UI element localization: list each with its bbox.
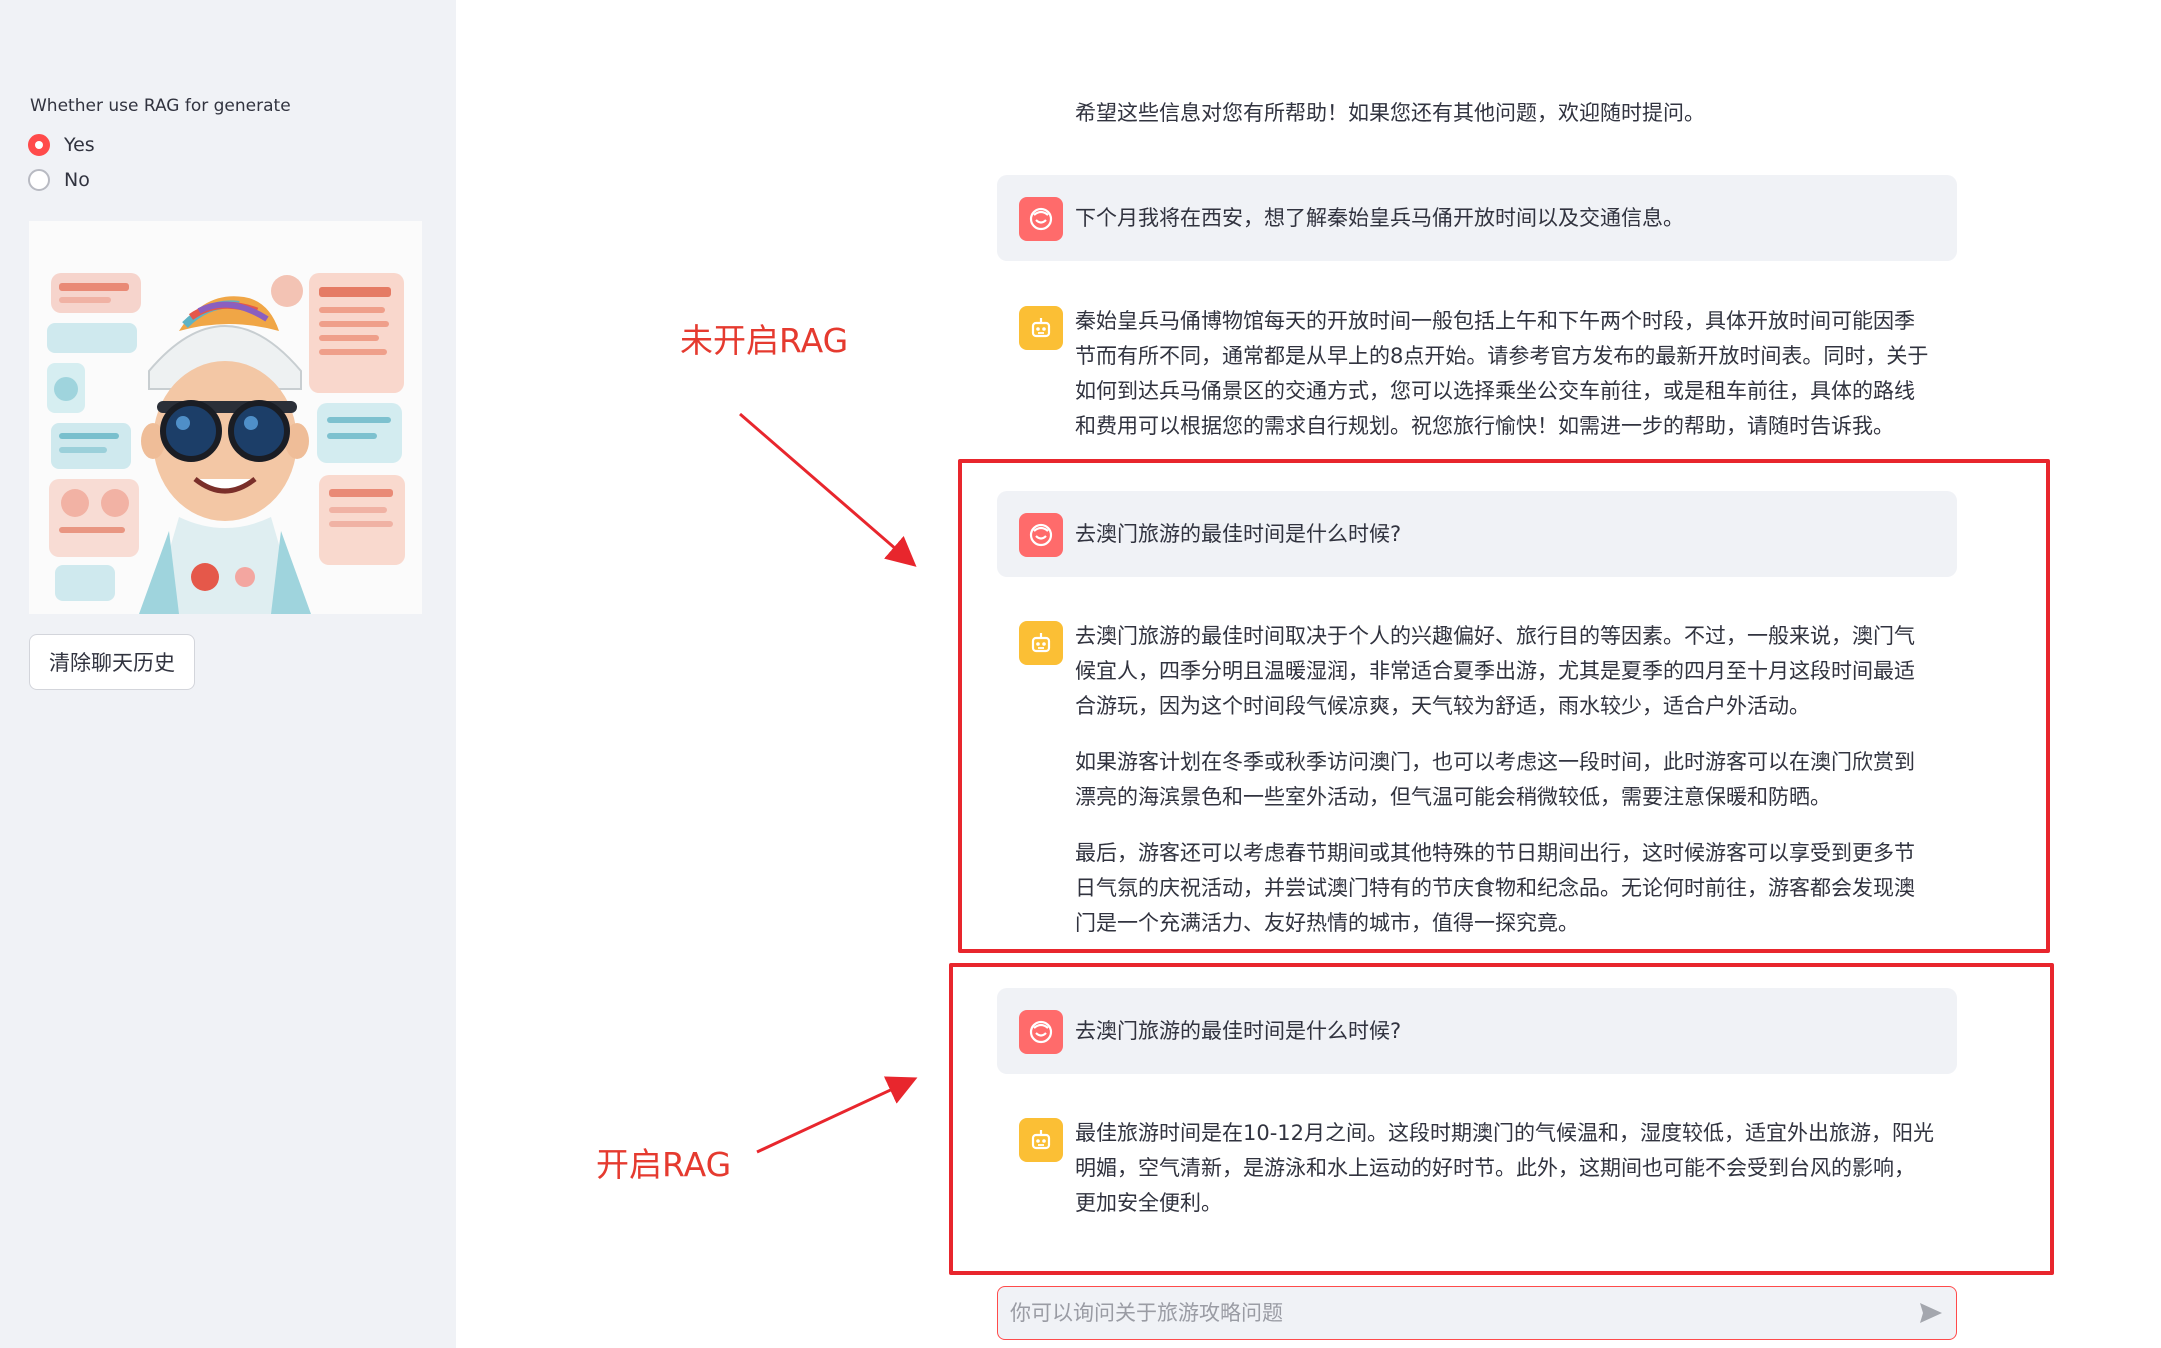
- assistant-message-text: 秦始皇兵马俑博物馆每天的开放时间一般包括上午和下午两个时段，具体开放时间可能因季…: [1075, 304, 1955, 444]
- user-message-text: 下个月我将在西安，想了解秦始皇兵马俑开放时间以及交通信息。: [1075, 206, 1684, 230]
- assistant-line: 和费用可以根据您的需求自行规划。祝您旅行愉快！如需进一步的帮助，请随时告诉我。: [1075, 414, 1894, 438]
- radio-no-indicator[interactable]: [28, 169, 50, 191]
- radio-yes-indicator[interactable]: [28, 134, 50, 156]
- previous-assistant-closing: 希望这些信息对您有所帮助！如果您还有其他问题，欢迎随时提问。: [1075, 101, 1705, 125]
- send-button[interactable]: [1906, 1288, 1956, 1338]
- chat-input[interactable]: [998, 1287, 1906, 1339]
- assistant-line: 秦始皇兵马俑博物馆每天的开放时间一般包括上午和下午两个时段，具体开放时间可能因季: [1075, 309, 1915, 333]
- assistant-avatar-icon: [1019, 306, 1063, 350]
- app-root: Whether use RAG for generate Yes No 清除聊天…: [0, 0, 2161, 1348]
- no-rag-highlight-box: [958, 459, 2050, 953]
- rag-option-label: Whether use RAG for generate: [30, 96, 291, 116]
- assistant-line: 如何到达兵马俑景区的交通方式，您可以选择乘坐公交车前往，或是租车前往，具体的路线: [1075, 379, 1915, 403]
- user-avatar-icon: [1019, 197, 1063, 241]
- rag-highlight-box: [949, 963, 2054, 1275]
- faded-previous-text: [1075, 32, 1435, 52]
- radio-option-no[interactable]: No: [28, 169, 90, 191]
- travel-illustration-image: [47, 273, 405, 614]
- assistant-line: 节而有所不同，通常都是从早上的8点开始。请参考官方发布的最新开放时间表。同时，关…: [1075, 344, 1929, 368]
- radio-no-label: No: [64, 169, 90, 191]
- chat-input-container: [997, 1286, 1957, 1340]
- no-rag-annotation-label: 未开启RAG: [680, 321, 849, 360]
- send-icon: [1920, 1303, 1942, 1323]
- rag-annotation-label: 开启RAG: [596, 1145, 732, 1184]
- sidebar-illustration: [29, 221, 422, 614]
- radio-yes-label: Yes: [64, 134, 95, 156]
- sidebar: Whether use RAG for generate Yes No 清除聊天…: [0, 0, 456, 1348]
- clear-history-button[interactable]: 清除聊天历史: [29, 634, 195, 690]
- radio-option-yes[interactable]: Yes: [28, 134, 95, 156]
